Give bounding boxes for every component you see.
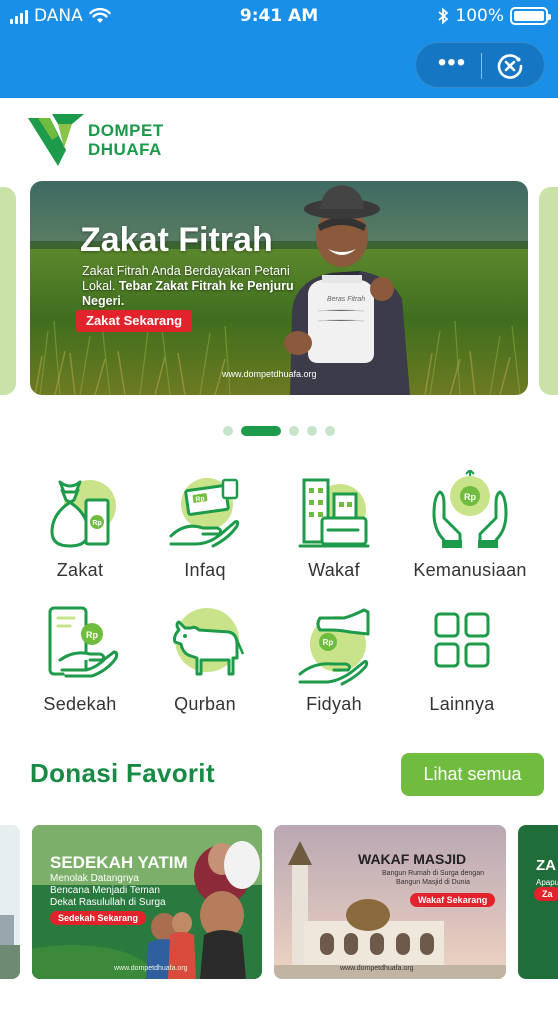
svg-text:Rp: Rp xyxy=(86,630,98,640)
svg-text:Rp: Rp xyxy=(92,520,101,527)
menu-label-sedekah: Sedekah xyxy=(43,694,117,714)
wakaf-masjid-url: www.dompetdhuafa.org xyxy=(340,965,414,972)
status-bar: DANA 9:41 AM 100% xyxy=(0,0,558,32)
bluetooth-icon xyxy=(438,7,449,25)
menu-item-lainnya[interactable]: Lainnya xyxy=(392,604,532,715)
favorite-card-partial[interactable]: ZA Apapu Za xyxy=(518,825,558,979)
menu-item-sedekah[interactable]: Rp Sedekah xyxy=(10,604,150,715)
sedekah-yatim-title: SEDEKAH YATIM xyxy=(50,853,188,872)
banner-url: www.dompetdhuafa.org xyxy=(222,369,317,379)
sedekah-yatim-url: www.dompetdhuafa.org xyxy=(114,965,188,972)
banner-peek-previous[interactable] xyxy=(0,187,16,395)
menu-item-infaq[interactable]: Rp Infaq xyxy=(135,470,275,581)
menu-label-kemanusiaan: Kemanusiaan xyxy=(413,560,527,580)
favorite-card-peek[interactable] xyxy=(0,825,20,979)
partial-card-button[interactable]: Za xyxy=(534,887,558,901)
wakaf-masjid-subtitle: Bangun Rumah di Surga dengan Bangun Masj… xyxy=(382,870,484,886)
logo-line-1: DOMPET xyxy=(88,121,164,140)
menu-item-qurban[interactable]: Qurban xyxy=(135,604,275,715)
menu-label-zakat: Zakat xyxy=(56,560,104,580)
carousel-dot[interactable] xyxy=(307,426,317,436)
wakaf-masjid-title: WAKAF MASJID xyxy=(358,851,467,867)
svg-text:Rp: Rp xyxy=(323,638,334,647)
battery-percent: 100% xyxy=(455,6,504,26)
dompet-dhuafa-logo[interactable]: DOMPET DHUAFA xyxy=(28,114,164,166)
capsule-divider xyxy=(481,53,482,79)
page-content: DOMPET DHUAFA Beras Fitrah Zakat Fitrah … xyxy=(0,98,558,1024)
menu-label-lainnya: Lainnya xyxy=(429,694,495,714)
menu-label-fidyah: Fidyah xyxy=(306,694,362,714)
battery-icon xyxy=(510,7,551,25)
more-button[interactable]: ••• xyxy=(430,43,474,89)
grid-icon xyxy=(434,612,490,668)
banner-title: Zakat Fitrah xyxy=(80,221,273,259)
sedekah-sekarang-button[interactable]: Sedekah Sekarang xyxy=(50,911,147,925)
menu-item-fidyah[interactable]: Rp Fidyah xyxy=(264,604,404,715)
mini-app-capsule: ••• xyxy=(415,42,545,88)
svg-text:Rp: Rp xyxy=(464,492,476,502)
close-mini-app-icon[interactable] xyxy=(494,50,526,82)
banner-subtitle: Zakat Fitrah Anda Berdayakan Petani Loka… xyxy=(82,264,297,309)
favorite-card-wakaf-masjid[interactable]: WAKAF MASJID Bangun Rumah di Surga denga… xyxy=(274,825,506,979)
menu-label-infaq: Infaq xyxy=(184,560,226,580)
cow-icon xyxy=(173,608,245,676)
zakat-fitrah-banner[interactable]: Beras Fitrah Zakat Fitrah Zakat Fitrah A… xyxy=(30,181,528,395)
lihat-semua-button[interactable]: Lihat semua xyxy=(401,753,544,796)
sedekah-yatim-subtitle: Menolak Datangnya Bencana Menjadi Teman … xyxy=(50,873,166,908)
favorite-card-sedekah-yatim[interactable]: SEDEKAH YATIM Menolak Datangnya Bencana … xyxy=(32,825,262,979)
carousel-dot[interactable] xyxy=(223,426,233,436)
menu-label-qurban: Qurban xyxy=(174,694,236,714)
menu-label-wakaf: Wakaf xyxy=(308,560,360,580)
app-header: DANA 9:41 AM 100% ••• xyxy=(0,0,558,98)
partial-card-title: ZA xyxy=(536,857,556,874)
phone-hand-icon: Rp xyxy=(48,606,119,678)
card-peek-image xyxy=(0,825,20,979)
zakat-sekarang-button[interactable]: Zakat Sekarang xyxy=(76,310,193,332)
carousel-indicator xyxy=(0,426,558,436)
carousel-dot[interactable] xyxy=(325,426,335,436)
wakaf-sekarang-button[interactable]: Wakaf Sekarang xyxy=(410,893,496,907)
hand-money-icon: Rp xyxy=(169,478,240,548)
dompet-dhuafa-logo-mark xyxy=(28,114,84,166)
carousel-dot-active[interactable] xyxy=(241,426,281,436)
menu-item-kemanusiaan[interactable]: Rp Kemanusiaan xyxy=(400,470,540,581)
money-bag-icon: Rp xyxy=(50,480,116,548)
donasi-favorit-heading: Donasi Favorit xyxy=(30,758,215,788)
svg-text:Rp: Rp xyxy=(195,495,205,503)
menu-item-wakaf[interactable]: Wakaf xyxy=(264,470,404,581)
hands-coin-icon: Rp xyxy=(432,470,508,548)
buildings-icon xyxy=(298,478,370,548)
sack-label: Beras Fitrah xyxy=(327,296,365,303)
banner-peek-next[interactable] xyxy=(539,187,558,395)
menu-item-zakat[interactable]: Rp Zakat xyxy=(10,470,150,581)
hands-give-icon: Rp xyxy=(298,608,370,686)
logo-line-2: DHUAFA xyxy=(88,140,162,159)
carousel-dot[interactable] xyxy=(289,426,299,436)
